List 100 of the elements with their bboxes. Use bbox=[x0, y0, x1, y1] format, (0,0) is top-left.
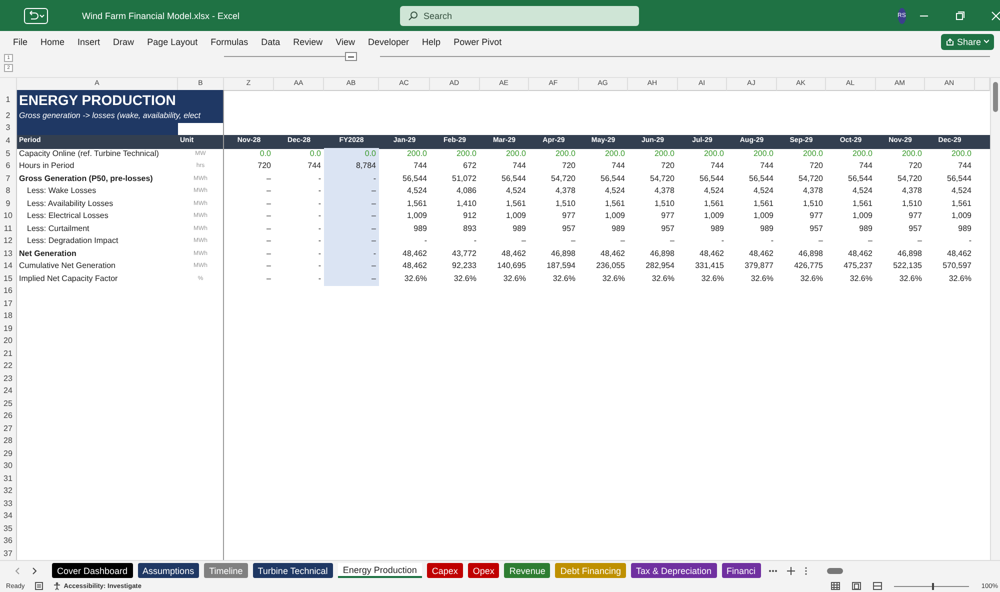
row-label: Less: Electrical Losses bbox=[26, 210, 110, 222]
menu-item[interactable]: Formulas bbox=[210, 36, 248, 46]
menu-item[interactable]: Data bbox=[261, 36, 280, 46]
table-cell-text: 1,561 bbox=[406, 198, 428, 210]
row-number[interactable]: 20 bbox=[0, 335, 17, 348]
table-cell-text: 48,462 bbox=[698, 248, 725, 260]
table-cell-text: – bbox=[266, 198, 272, 210]
sheet-tab[interactable]: Cover Dashboard bbox=[52, 563, 133, 578]
scroll-right-icon[interactable] bbox=[32, 566, 38, 574]
row-number[interactable]: 24 bbox=[0, 385, 17, 398]
row-number[interactable]: 22 bbox=[0, 360, 17, 374]
table-cell-text: 744 bbox=[412, 160, 428, 172]
row-number[interactable]: 3 bbox=[0, 122, 17, 136]
table-cell-text: 48,462 bbox=[847, 248, 874, 260]
sheet-tab[interactable]: Opex bbox=[468, 563, 500, 578]
table-cell-text: 1,561 bbox=[604, 198, 626, 210]
row-label: Cumulative Net Generation bbox=[18, 260, 116, 272]
options-icon[interactable] bbox=[804, 566, 807, 574]
table-cell-text: 32.6% bbox=[552, 272, 576, 284]
table-cell-text: - bbox=[720, 235, 725, 247]
table-cell-text: 32.6% bbox=[700, 272, 725, 284]
sheet-tab[interactable]: Timeline bbox=[204, 563, 248, 578]
row-number[interactable]: 18 bbox=[0, 310, 17, 324]
row-label: Less: Availability Losses bbox=[26, 198, 114, 210]
menu-item[interactable]: File bbox=[13, 36, 28, 46]
zoom-slider-thumb[interactable] bbox=[932, 582, 934, 590]
table-cell-text: 56,544 bbox=[946, 172, 972, 184]
table-cell-text: 720 bbox=[908, 160, 923, 172]
table-cell-text: - bbox=[317, 235, 322, 247]
sheet-tab[interactable]: Turbine Technical bbox=[252, 563, 333, 578]
sheet-tab[interactable]: Revenue bbox=[504, 563, 550, 578]
row-number[interactable]: 10 bbox=[0, 210, 17, 224]
row-number[interactable]: 8 bbox=[0, 185, 17, 198]
vertical-scrollbar[interactable] bbox=[990, 78, 1000, 560]
table-cell-text: 4,524 bbox=[504, 185, 527, 197]
table-cell-text: 977 bbox=[660, 210, 676, 222]
scroll-left-icon[interactable] bbox=[14, 566, 20, 574]
add-sheet-icon[interactable] bbox=[786, 566, 795, 574]
table-cell-text: 4,524 bbox=[604, 185, 626, 197]
row-number[interactable]: 37 bbox=[0, 548, 17, 560]
page-layout-icon[interactable] bbox=[852, 582, 862, 590]
menu-item[interactable]: Home bbox=[40, 36, 65, 46]
table-cell-text: 200.0 bbox=[851, 148, 874, 160]
share-button[interactable]: Share bbox=[940, 34, 994, 50]
row-number[interactable]: 6 bbox=[0, 160, 17, 174]
row-number[interactable]: 26 bbox=[0, 410, 17, 424]
menu-item[interactable]: Insert bbox=[78, 36, 100, 46]
table-cell-text: 744 bbox=[512, 160, 527, 172]
menu-item[interactable]: View bbox=[336, 36, 356, 46]
row-number[interactable]: 28 bbox=[0, 435, 17, 448]
table-cell-text: 46,898 bbox=[550, 248, 576, 260]
row-number[interactable]: 36 bbox=[0, 535, 17, 548]
table-cell-text: 54,720 bbox=[798, 172, 824, 184]
sheet-tab[interactable]: Tax & Depreciation bbox=[630, 563, 717, 578]
table-cell-text: 4,086 bbox=[455, 185, 478, 197]
table-cell-text: – bbox=[266, 185, 272, 197]
macro-icon[interactable] bbox=[34, 582, 43, 590]
menu-item[interactable]: Help bbox=[422, 36, 441, 46]
undo-button[interactable] bbox=[24, 8, 48, 24]
table-cell-text: 1,410 bbox=[455, 198, 478, 210]
menu-item[interactable]: Draw bbox=[113, 36, 134, 46]
sheet-tab[interactable]: Financi bbox=[722, 563, 761, 578]
row-number[interactable]: 30 bbox=[0, 460, 17, 474]
table-cell-text: 51,072 bbox=[451, 172, 478, 184]
table-cell-text: 1,009 bbox=[504, 210, 527, 222]
search-field[interactable]: Search bbox=[400, 6, 639, 26]
table-cell-text: 32.6% bbox=[750, 272, 774, 284]
menu-item[interactable]: Developer bbox=[368, 36, 410, 46]
table-cell-text: 200.0 bbox=[604, 148, 626, 160]
sheet-tab[interactable]: Assumptions bbox=[138, 563, 200, 578]
row-number[interactable]: 14 bbox=[0, 260, 17, 274]
table-cell: – bbox=[324, 260, 379, 274]
page-break-icon[interactable] bbox=[873, 582, 882, 590]
table-cell-text: – bbox=[266, 248, 272, 260]
table-cell-text: 977 bbox=[561, 210, 576, 222]
table-cell-text: - bbox=[317, 185, 322, 197]
table-cell-text: 744 bbox=[610, 160, 626, 172]
table-cell-text: 4,378 bbox=[900, 185, 923, 197]
row-number[interactable]: 4 bbox=[0, 135, 17, 148]
table-cell-text: 200.0 bbox=[802, 148, 824, 160]
more-icon[interactable] bbox=[768, 568, 777, 572]
table-cell-text: 32.6% bbox=[502, 272, 527, 284]
table-cell-text: - bbox=[317, 210, 322, 222]
table-cell-text: - bbox=[317, 198, 322, 210]
collapse-button[interactable] bbox=[345, 52, 357, 61]
row-number[interactable]: 1 bbox=[0, 90, 17, 111]
menu-item[interactable]: Power Pivot bbox=[454, 36, 502, 46]
row-number[interactable]: 32 bbox=[0, 485, 17, 498]
close-icon bbox=[990, 10, 1000, 20]
row-number[interactable]: 34 bbox=[0, 510, 17, 524]
normal-view-icon[interactable] bbox=[831, 582, 840, 590]
row-number[interactable]: 12 bbox=[0, 235, 17, 248]
sheet-tab[interactable]: Capex bbox=[426, 563, 463, 578]
table-cell-text: – bbox=[867, 235, 874, 247]
table-cell-text: – bbox=[570, 235, 576, 247]
row-number[interactable]: 2 bbox=[0, 110, 17, 123]
menu-item[interactable]: Review bbox=[293, 36, 323, 46]
menu-item[interactable]: Page Layout bbox=[147, 36, 198, 46]
row-number[interactable]: 16 bbox=[0, 285, 17, 298]
sheet-tab[interactable]: Energy Production bbox=[338, 563, 422, 578]
